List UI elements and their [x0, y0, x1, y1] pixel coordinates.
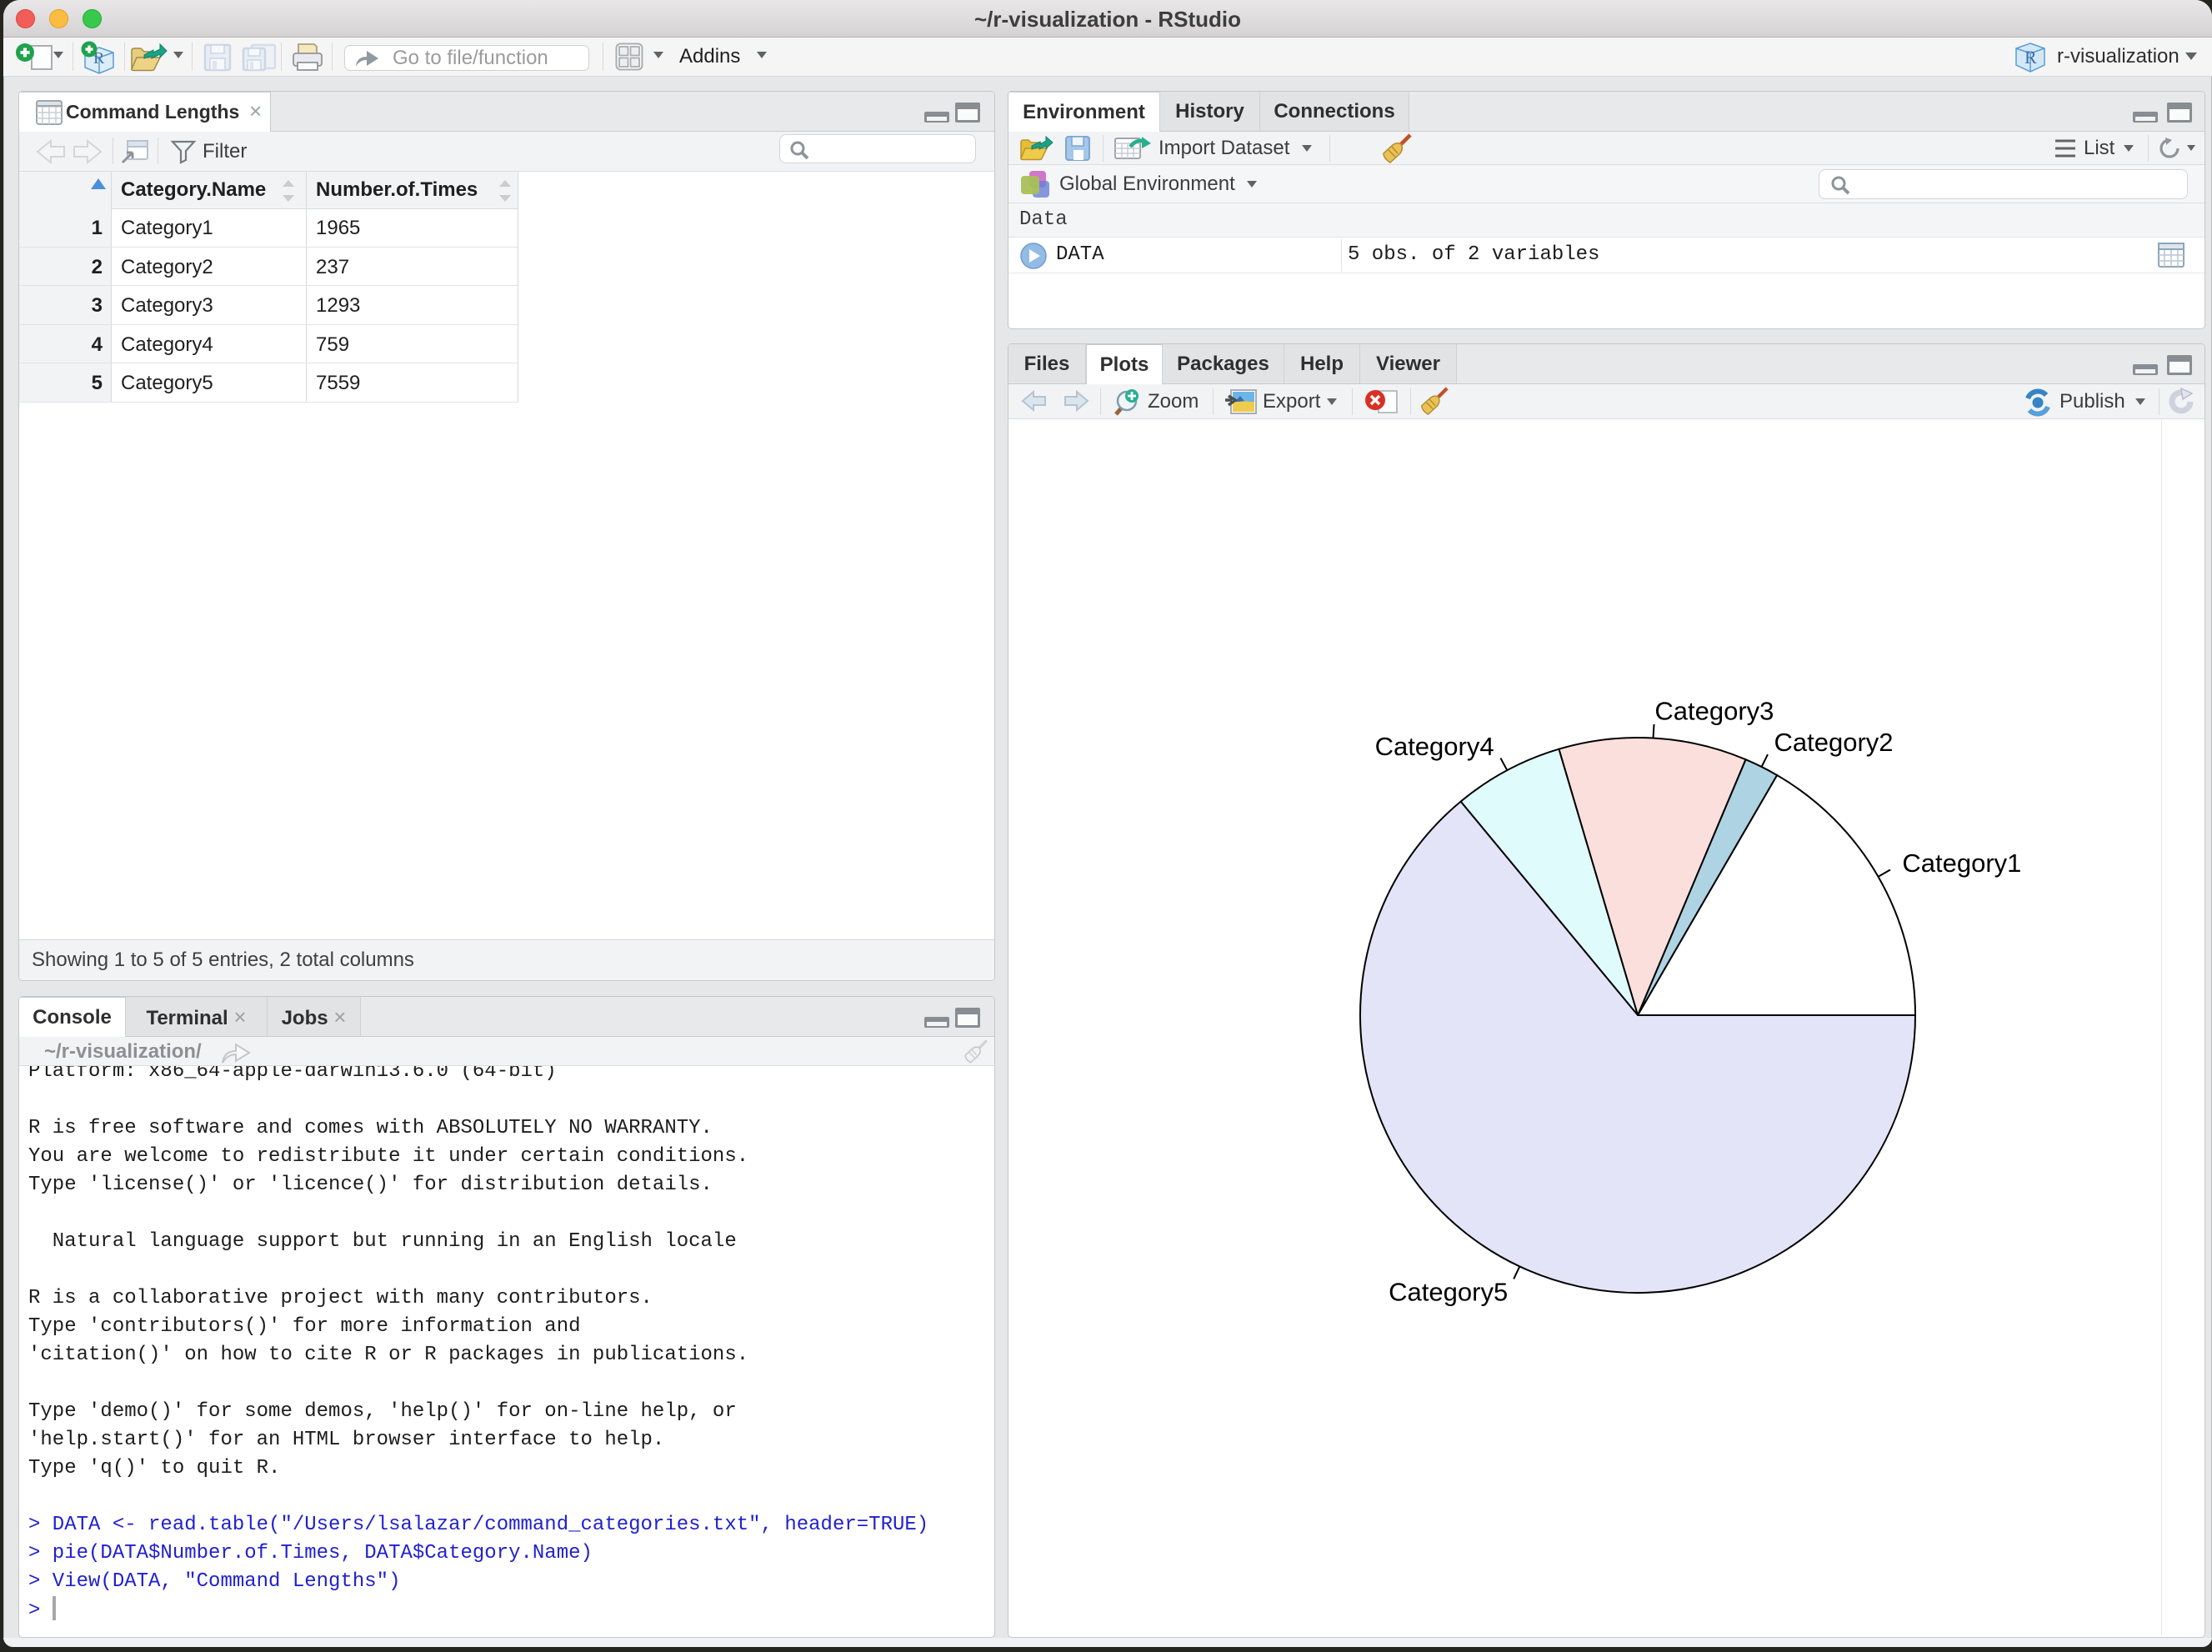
svg-text:R: R [2024, 47, 2037, 68]
svg-text:Category2: Category2 [1774, 728, 1894, 757]
svg-text:Category1: Category1 [1902, 849, 2021, 878]
svg-text:Category5: Category5 [1389, 1278, 1508, 1307]
svg-text:Category4: Category4 [1375, 732, 1494, 761]
svg-text:Category3: Category3 [1654, 696, 1774, 725]
